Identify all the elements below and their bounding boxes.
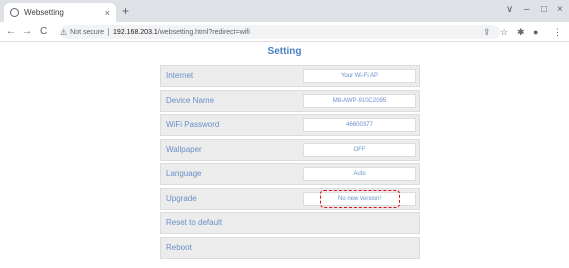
warning-icon[interactable]: ⚠ [60, 28, 67, 37]
tab-title: Websetting [24, 8, 64, 17]
back-button[interactable]: ← [6, 25, 16, 38]
url-host: 192.168.203.1 [113, 28, 158, 36]
setting-label: WiFi Password [166, 120, 220, 129]
forward-button[interactable]: → [22, 25, 32, 38]
share-icon[interactable]: ⇪ [483, 26, 491, 38]
maximize-button[interactable]: □ [541, 2, 547, 18]
browser-tab[interactable]: Websetting × [4, 3, 116, 22]
setting-row-device-name[interactable]: Device Name M8-AWP-910C2095 [160, 89, 420, 112]
setting-value[interactable]: M8-AWP-910C2095 [303, 93, 416, 108]
url-text[interactable]: 192.168.203.1/websetting.html?redirect=w… [113, 29, 250, 36]
setting-label: Upgrade [166, 193, 197, 203]
close-window-button[interactable]: × [557, 2, 563, 18]
setting-row-wallpaper[interactable]: Wallpaper OFF [160, 138, 420, 161]
globe-icon [10, 8, 19, 17]
minimize-button[interactable]: – [524, 2, 530, 18]
star-icon[interactable]: ☆ [500, 26, 508, 38]
setting-row-wifi-password[interactable]: WiFi Password 46600377 [160, 114, 420, 136]
setting-value[interactable]: 46600377 [303, 118, 416, 132]
security-label[interactable]: Not secure [70, 29, 104, 36]
setting-row-internet[interactable]: Internet Your Wi-Fi AP [160, 65, 420, 87]
setting-value[interactable]: Auto [303, 167, 416, 181]
setting-label: Language [166, 169, 202, 178]
reload-button[interactable]: C [40, 25, 47, 38]
setting-label: Reboot [166, 242, 192, 252]
setting-row-reboot[interactable]: Reboot [160, 236, 420, 259]
page-title: Setting [267, 46, 302, 57]
setting-value[interactable]: Your Wi-Fi AP [303, 69, 416, 83]
setting-label: Reset to default [166, 218, 223, 227]
extensions-icon[interactable]: ✱ [517, 26, 525, 38]
profile-icon[interactable]: ● [533, 26, 538, 38]
setting-label: Device Name [166, 95, 215, 105]
setting-value[interactable]: OFF [303, 142, 416, 157]
address-bar[interactable]: ⚠ Not secure 192.168.203.1/websetting.ht… [60, 25, 500, 39]
browser-toolbar: ← → C ⚠ Not secure 192.168.203.1/websett… [0, 22, 569, 42]
tab-strip: Websetting × + ∨ – □ × [0, 0, 569, 22]
highlight-box [320, 189, 400, 208]
menu-icon[interactable]: ⋮ [553, 26, 562, 38]
url-path: /websetting.html?redirect=wifi [157, 28, 250, 36]
separator [108, 28, 110, 36]
tab-close-icon[interactable]: × [105, 8, 110, 18]
setting-row-language[interactable]: Language Auto [160, 163, 420, 185]
new-tab-button[interactable]: + [122, 3, 129, 19]
setting-label: Wallpaper [166, 144, 202, 154]
setting-label: Internet [166, 71, 194, 80]
setting-row-reset[interactable]: Reset to default [160, 212, 420, 234]
setting-row-upgrade[interactable]: Upgrade No new version! [160, 187, 420, 210]
settings-list: Internet Your Wi-Fi AP Device Name M8-AW… [160, 65, 420, 261]
tab-search-icon[interactable]: ∨ [506, 2, 513, 18]
